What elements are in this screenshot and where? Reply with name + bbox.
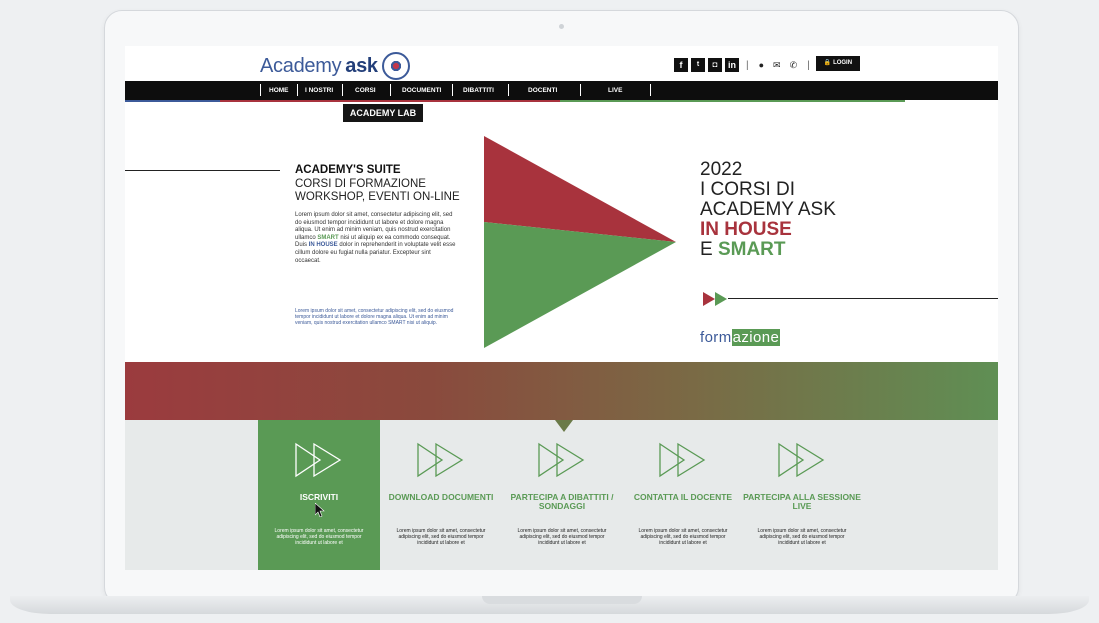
- divider: |: [746, 59, 749, 71]
- location-icon[interactable]: ●: [759, 60, 764, 70]
- card-download-documenti[interactable]: DOWNLOAD DOCUMENTI Lorem ipsum dolor sit…: [380, 420, 502, 570]
- linkedin-icon[interactable]: in: [725, 58, 739, 72]
- mail-icon[interactable]: ✉: [773, 60, 781, 71]
- headline-line1: I CORSI DI: [700, 179, 796, 200]
- camera-dot: [559, 24, 564, 29]
- nav-separator: [260, 84, 261, 96]
- mouse-cursor-icon: [315, 503, 325, 517]
- hero-subtitle: CORSI DI FORMAZIONE WORKSHOP, EVENTI ON-…: [295, 178, 495, 204]
- nav-separator: [508, 84, 509, 96]
- nav-separator: [650, 84, 651, 96]
- formazione-tag: formazione: [700, 329, 781, 346]
- facebook-icon[interactable]: f: [674, 58, 688, 72]
- divider: |: [807, 59, 810, 71]
- card-title: DOWNLOAD DOCUMENTI: [388, 492, 494, 502]
- fast-forward-icon: [538, 442, 585, 478]
- instagram-icon[interactable]: ◘: [708, 58, 722, 72]
- hero-subtitle-line1: CORSI DI FORMAZIONE: [295, 178, 426, 190]
- card-text: Lorem ipsum dolor sit amet, consectetur …: [757, 528, 847, 546]
- headline-line2: ACADEMY ASK: [700, 199, 836, 220]
- nav-accent-green: [560, 100, 905, 102]
- card-title: ISCRIVITI: [299, 492, 339, 502]
- submenu-academy-lab[interactable]: ACADEMY LAB: [343, 104, 423, 122]
- nav-accent-blue: [125, 100, 220, 102]
- laptop-mockup: Academy ask f t ◘ in | ● ✉ ✆ | 🔒 LOGIN HO…: [0, 0, 1099, 623]
- twitter-icon[interactable]: t: [691, 58, 705, 72]
- card-contatta-docente[interactable]: CONTATTA IL DOCENTE Lorem ipsum dolor si…: [622, 420, 744, 570]
- nav-separator: [297, 84, 298, 96]
- card-text: Lorem ipsum dolor sit amet, consectetur …: [396, 528, 486, 546]
- fast-forward-icon: [295, 442, 342, 478]
- logo-mark-icon: [381, 52, 410, 80]
- gradient-band: [125, 362, 998, 420]
- fast-forward-icon: [778, 442, 825, 478]
- headline-in-house: IN HOUSE: [700, 219, 792, 240]
- nav-separator: [342, 84, 343, 96]
- nav-item-docenti[interactable]: DOCENTI: [528, 87, 557, 94]
- hero-rule-left: [125, 170, 280, 171]
- login-button[interactable]: 🔒 LOGIN: [816, 56, 860, 71]
- fast-forward-icon: [659, 442, 706, 478]
- nav-separator: [452, 84, 453, 96]
- tag-azione: azione: [731, 329, 781, 346]
- login-label: LOGIN: [833, 60, 853, 66]
- card-text: Lorem ipsum dolor sit amet, consectetur …: [638, 528, 728, 546]
- hero-rule-right: [728, 298, 998, 299]
- main-nav: [125, 81, 998, 100]
- headline-e: E: [700, 239, 718, 260]
- tag-form: form: [700, 329, 732, 346]
- play-triangle-graphic: [484, 136, 676, 348]
- double-arrow-icon: [703, 292, 727, 306]
- card-iscriviti[interactable]: ISCRIVITI Lorem ipsum dolor sit amet, co…: [258, 420, 380, 570]
- card-partecipa-dibattiti[interactable]: PARTECIPA A DIBATTITI / SONDAGGI Lorem i…: [501, 420, 623, 570]
- body-text-smart: SMART: [317, 234, 339, 241]
- card-title: PARTECIPA A DIBATTITI / SONDAGGI: [510, 492, 614, 511]
- card-text: Lorem ipsum dolor sit amet, consectetur …: [274, 528, 364, 546]
- headline-smart: SMART: [717, 239, 786, 260]
- nav-item-corsi[interactable]: CORSI: [355, 87, 376, 94]
- hero-body-text: Lorem ipsum dolor sit amet, consectetur …: [295, 212, 457, 265]
- card-title: CONTATTA IL DOCENTE: [633, 492, 733, 502]
- laptop-notch: [482, 596, 642, 604]
- nav-item-i-nostri[interactable]: I NOSTRI: [305, 87, 333, 94]
- nav-accent-red: [220, 100, 560, 102]
- social-bar: f t ◘ in | ● ✉ ✆ |: [674, 58, 814, 72]
- card-sessione-live[interactable]: PARTECIPA ALLA SESSIONE LIVE Lorem ipsum…: [741, 420, 863, 570]
- logo-name: Academy: [260, 54, 342, 77]
- phone-icon[interactable]: ✆: [790, 60, 798, 71]
- nav-separator: [580, 84, 581, 96]
- nav-item-documenti[interactable]: DOCUMENTI: [402, 87, 441, 94]
- hero-headline: 2022 I CORSI DI ACADEMY ASK IN HOUSE E S…: [700, 160, 880, 260]
- site-logo[interactable]: Academy ask: [260, 52, 410, 80]
- nav-item-dibattiti[interactable]: DIBATTITI: [463, 87, 494, 94]
- card-text: Lorem ipsum dolor sit amet, consectetur …: [517, 528, 607, 546]
- nav-separator: [390, 84, 391, 96]
- website-screen: Academy ask f t ◘ in | ● ✉ ✆ | 🔒 LOGIN HO…: [125, 46, 998, 570]
- nav-item-home[interactable]: HOME: [269, 87, 289, 94]
- headline-year: 2022: [700, 159, 743, 180]
- fast-forward-icon: [417, 442, 464, 478]
- hero-subtitle-line2: WORKSHOP, EVENTI ON-LINE: [295, 191, 460, 203]
- logo-name-bold: ask: [345, 54, 378, 77]
- nav-item-live[interactable]: LIVE: [608, 87, 622, 94]
- body-text-inhouse: IN HOUSE: [308, 242, 338, 249]
- card-title: PARTECIPA ALLA SESSIONE LIVE: [743, 492, 861, 511]
- hero-title: ACADEMY'S SUITE: [295, 164, 401, 176]
- hero-small-text: Lorem ipsum dolor sit amet, consectetur …: [295, 308, 454, 326]
